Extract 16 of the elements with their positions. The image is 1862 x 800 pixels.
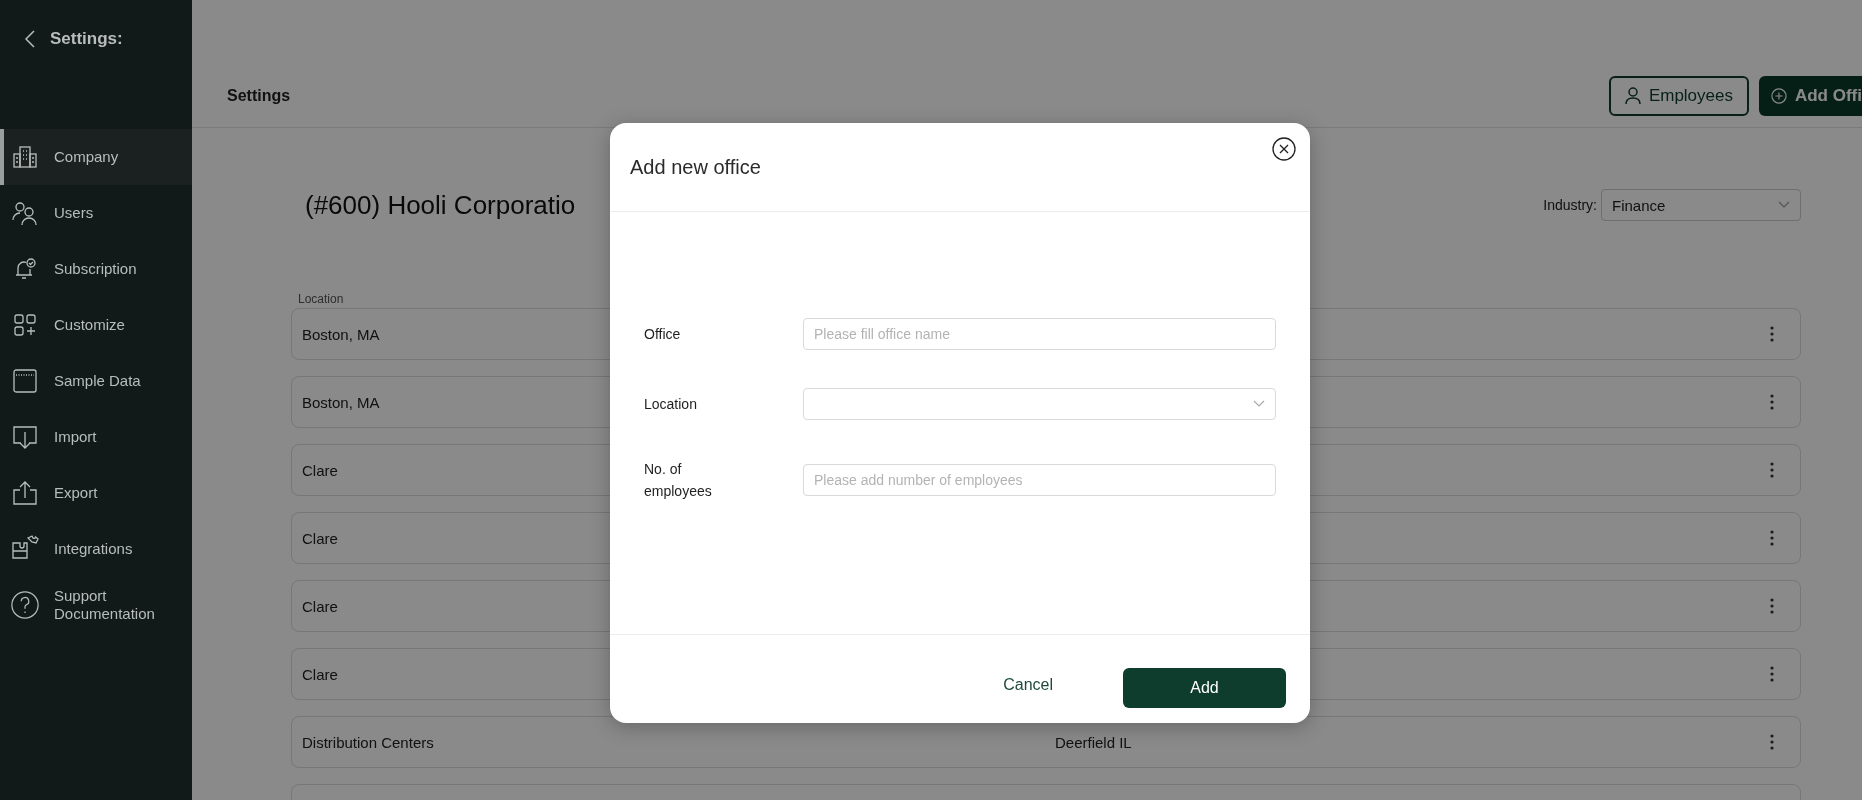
table-cell: Clare: [302, 461, 338, 479]
table-cell: Boston, MA: [302, 325, 380, 343]
industry-label: Industry:: [1543, 197, 1597, 213]
field-label: Office: [644, 325, 682, 344]
sidebar-title: Settings:: [50, 29, 123, 49]
field-label: Location: [644, 395, 698, 414]
table-cell: Boston, MA: [302, 393, 380, 411]
table-cell: Clare: [302, 529, 338, 547]
company-title: (#600) Hooli Corporatio: [305, 189, 576, 221]
table-cell: Distribution Centers: [302, 733, 434, 751]
page-title: Settings: [227, 86, 291, 105]
table-cell: Clare: [302, 665, 338, 683]
modal-title: Add new office: [630, 155, 761, 179]
table-cell: Clare: [302, 597, 338, 615]
table-cell: Deerfield IL: [1055, 733, 1132, 751]
column-header: Location: [297, 291, 345, 308]
